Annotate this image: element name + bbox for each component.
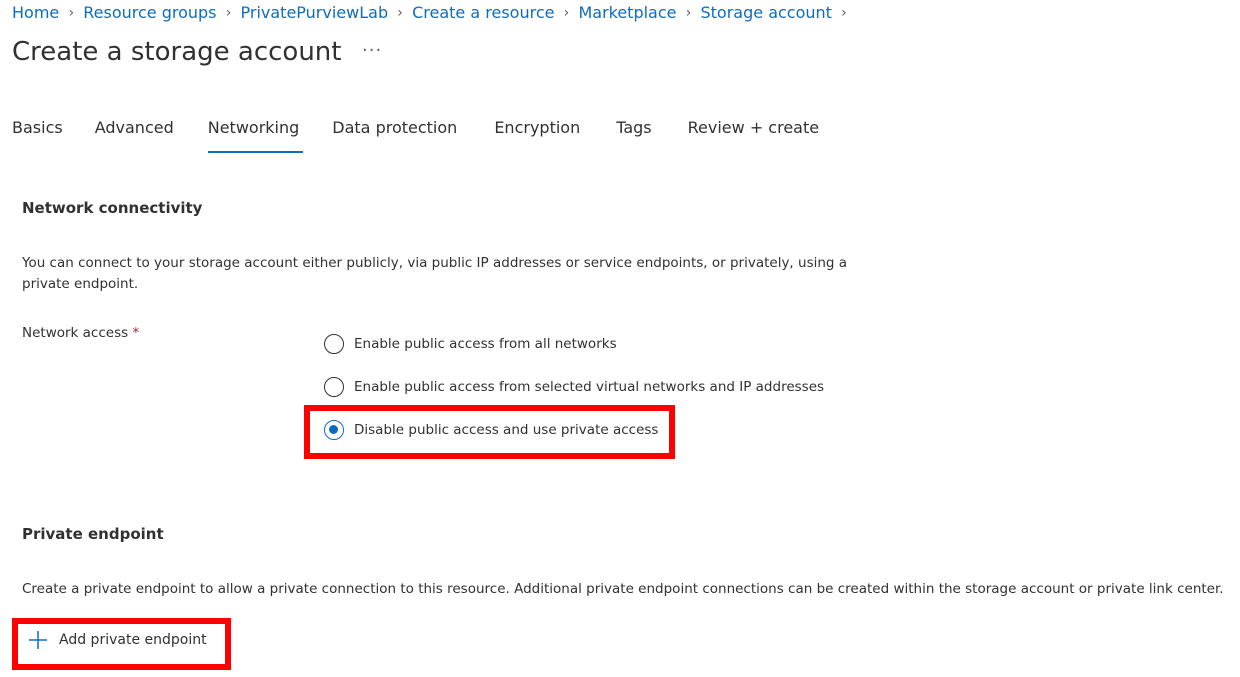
radio-disable-public-access[interactable]: Disable public access and use private ac… [324, 420, 658, 440]
chevron-right-icon: › [225, 4, 232, 21]
private-endpoint-description: Create a private endpoint to allow a pri… [22, 581, 1224, 597]
breadcrumb-storage-account[interactable]: Storage account [701, 3, 832, 22]
network-access-label: Network access * [22, 325, 139, 341]
breadcrumb-marketplace[interactable]: Marketplace [578, 3, 676, 22]
radio-button[interactable] [324, 334, 344, 354]
radio-label: Disable public access and use private ac… [354, 422, 659, 438]
breadcrumb-resource-groups[interactable]: Resource groups [83, 3, 216, 22]
breadcrumb: Home › Resource groups › PrivatePurviewL… [12, 3, 856, 22]
radio-button-selected[interactable] [324, 420, 344, 440]
radio-label: Enable public access from all networks [354, 336, 617, 352]
add-private-endpoint-label: Add private endpoint [59, 632, 207, 648]
private-endpoint-heading: Private endpoint [22, 525, 164, 543]
breadcrumb-resource-group[interactable]: PrivatePurviewLab [241, 3, 389, 22]
radio-public-selected-networks[interactable]: Enable public access from selected virtu… [324, 377, 824, 397]
network-access-label-text: Network access [22, 325, 129, 341]
chevron-right-icon: › [685, 4, 692, 21]
network-connectivity-heading: Network connectivity [22, 199, 203, 217]
tab-data-protection[interactable]: Data protection [332, 118, 457, 153]
more-options-icon[interactable]: ··· [362, 41, 382, 61]
radio-label: Enable public access from selected virtu… [354, 379, 825, 395]
chevron-right-icon: › [841, 4, 847, 21]
tab-tags[interactable]: Tags [616, 118, 651, 153]
required-marker: * [132, 325, 140, 341]
tab-encryption[interactable]: Encryption [494, 118, 580, 153]
breadcrumb-create-resource[interactable]: Create a resource [412, 3, 554, 22]
plus-icon [29, 631, 47, 649]
page-title: Create a storage account [12, 37, 342, 67]
radio-button[interactable] [324, 377, 344, 397]
network-connectivity-description: You can connect to your storage account … [22, 255, 848, 292]
chevron-right-icon: › [397, 4, 403, 21]
tab-bar: Basics Advanced Networking Data protecti… [12, 118, 819, 153]
tab-basics[interactable]: Basics [12, 118, 63, 153]
tab-advanced[interactable]: Advanced [95, 118, 174, 153]
breadcrumb-home[interactable]: Home [12, 3, 59, 22]
chevron-right-icon: › [68, 4, 75, 21]
tab-networking[interactable]: Networking [207, 118, 303, 153]
radio-public-all-networks[interactable]: Enable public access from all networks [324, 334, 617, 354]
chevron-right-icon: › [563, 4, 570, 21]
tab-review-create[interactable]: Review + create [688, 118, 819, 153]
add-private-endpoint-button[interactable]: Add private endpoint [28, 630, 207, 650]
